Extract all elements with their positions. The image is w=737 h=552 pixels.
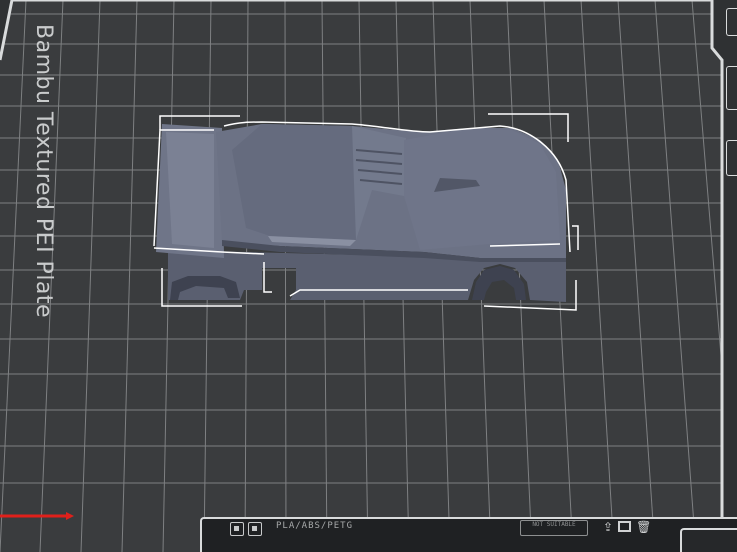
- square-outline-icon[interactable]: [618, 521, 632, 532]
- 3d-viewport[interactable]: Bambu Textured PEI Plate PLA/ABS/PETG NO…: [0, 0, 737, 552]
- plate-filament-text: PLA/ABS/PETG: [276, 521, 354, 531]
- plate-warning-box: NOT SUITABLE: [520, 520, 588, 536]
- build-plate[interactable]: [0, 0, 737, 552]
- car-body-model: [156, 124, 566, 302]
- plate-corner-tab: [680, 528, 737, 552]
- square-icon[interactable]: [230, 522, 244, 536]
- right-edge-toolbar: [723, 0, 737, 552]
- plate-warning-text: NOT SUITABLE: [532, 521, 576, 528]
- square-icon[interactable]: [248, 522, 262, 536]
- plate-strip-icons: [230, 522, 262, 536]
- right-edge-marker[interactable]: [726, 66, 737, 110]
- plate-type-label: Bambu Textured PEI Plate: [31, 24, 56, 319]
- right-edge-marker[interactable]: [726, 8, 737, 36]
- plate-strip-right-icons: ⇪ 🗑︎: [603, 520, 651, 534]
- trash-icon[interactable]: 🗑︎: [636, 520, 651, 534]
- right-edge-marker[interactable]: [726, 140, 737, 176]
- upload-icon[interactable]: ⇪: [603, 520, 613, 534]
